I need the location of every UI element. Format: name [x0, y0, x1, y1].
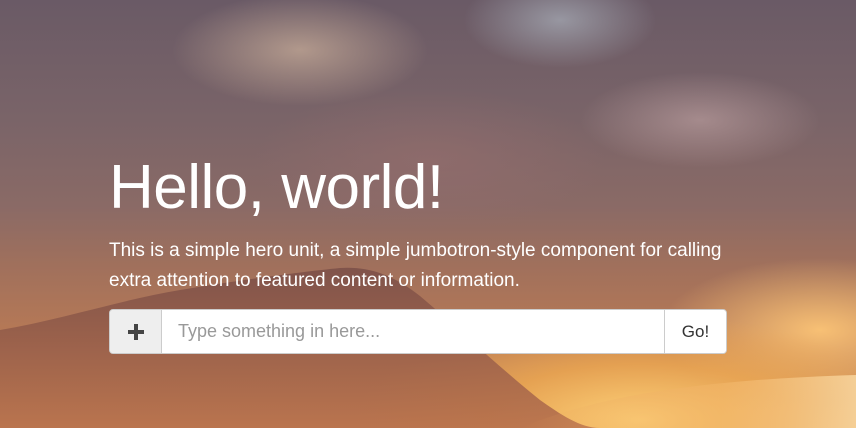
add-button[interactable]: [110, 310, 162, 353]
plus-icon: [127, 323, 144, 340]
search-input-group: Go!: [109, 309, 727, 354]
hero-content: Hello, world! This is a simple hero unit…: [109, 148, 749, 296]
search-input[interactable]: [162, 310, 664, 353]
hero-unit: Hello, world! This is a simple hero unit…: [0, 0, 856, 428]
hero-lead: This is a simple hero unit, a simple jum…: [109, 240, 722, 291]
hero-title: Hello, world!: [109, 153, 444, 222]
go-button[interactable]: Go!: [664, 310, 726, 353]
